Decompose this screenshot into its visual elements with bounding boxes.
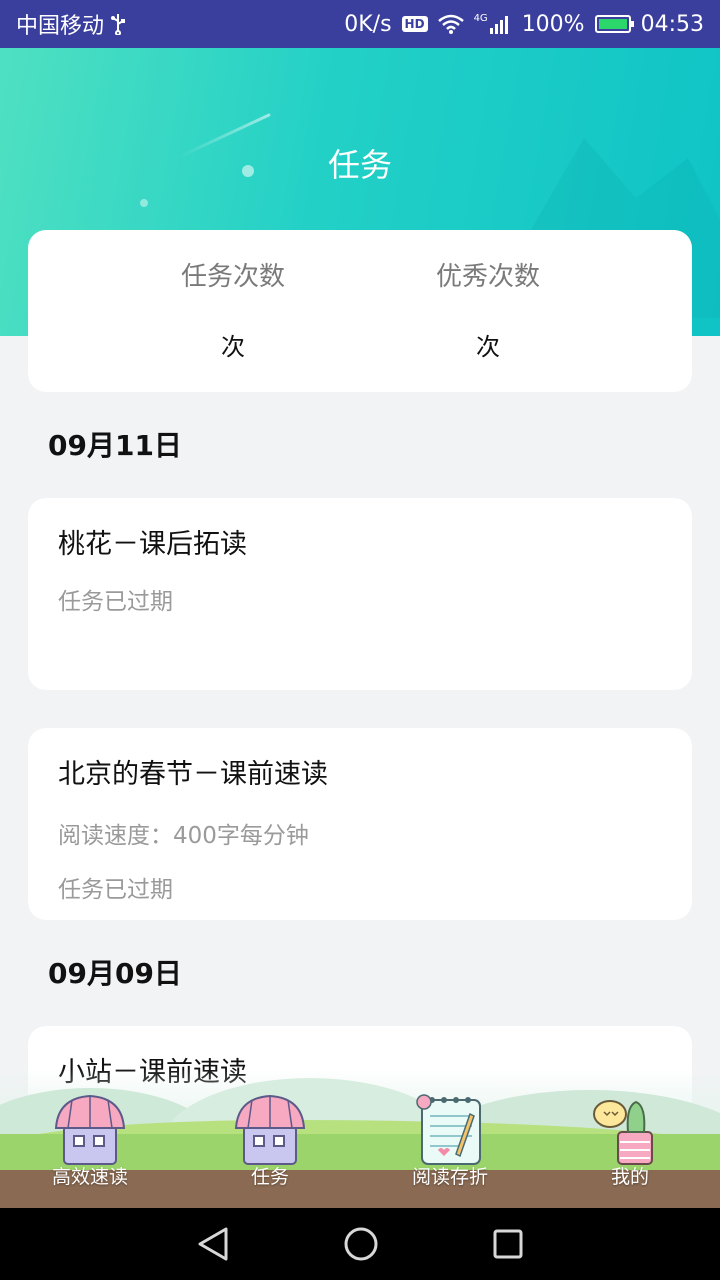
- house-icon: [234, 1094, 306, 1165]
- wifi-icon: [437, 14, 464, 34]
- network-type: 4G: [473, 13, 488, 24]
- home-circle-icon[interactable]: [343, 1226, 379, 1262]
- tab-efficient-reading[interactable]: 高效速读: [30, 1092, 150, 1189]
- excellent-count-value: 次: [476, 333, 500, 361]
- bottom-tab-bar: 高效速读 任务 阅读存折 我的: [0, 1068, 720, 1208]
- task-count-label: 任务次数: [180, 262, 285, 292]
- clock: 04:53: [640, 11, 704, 37]
- stats-card: 任务次数 次 优秀次数 次: [28, 230, 692, 392]
- task-count-value: 次: [221, 333, 245, 361]
- tab-reading-passbook[interactable]: 阅读存折: [390, 1092, 510, 1189]
- task-card[interactable]: 桃花－课后拓读 任务已过期: [28, 498, 692, 690]
- network-speed: 0K/s: [344, 11, 392, 37]
- recents-square-icon[interactable]: [492, 1228, 524, 1260]
- excellent-count-stat: 优秀次数 次: [388, 256, 588, 362]
- decor-dot: [140, 199, 148, 207]
- date-heading: 09月11日: [48, 429, 182, 462]
- excellent-count-label: 优秀次数: [435, 262, 540, 292]
- task-reading-speed: 阅读速度：400字每分钟: [58, 823, 309, 849]
- status-bar: 中国移动 0K/s HD 4G 100% 04:53: [0, 0, 720, 48]
- page-title: 任务: [327, 146, 392, 184]
- back-triangle-icon[interactable]: [196, 1226, 230, 1262]
- task-status: 任务已过期: [58, 877, 173, 903]
- notebook-icon: [416, 1094, 481, 1165]
- battery-icon: [594, 15, 634, 33]
- date-heading: 09月09日: [48, 957, 182, 990]
- tab-tasks[interactable]: 任务: [210, 1092, 330, 1189]
- task-title: 北京的春节－课前速读: [58, 759, 328, 790]
- signal-icon: [489, 16, 508, 34]
- usb-icon: [111, 14, 126, 35]
- task-status: 任务已过期: [58, 589, 173, 615]
- carrier-label: 中国移动: [16, 14, 105, 39]
- cactus-icon: [593, 1100, 653, 1165]
- house-icon: [54, 1094, 126, 1165]
- task-title: 桃花－课后拓读: [58, 529, 247, 560]
- hd-badge: HD: [401, 16, 428, 32]
- system-nav-bar: [0, 1208, 720, 1280]
- task-count-stat: 任务次数 次: [133, 256, 333, 362]
- app-screen: 中国移动 0K/s HD 4G 100% 04:53 任务 任务次数 次 优秀次…: [0, 0, 720, 1280]
- battery-percent: 100%: [521, 11, 585, 37]
- tab-mine[interactable]: 我的: [570, 1092, 690, 1189]
- task-card[interactable]: 北京的春节－课前速读 阅读速度：400字每分钟 任务已过期: [28, 728, 692, 920]
